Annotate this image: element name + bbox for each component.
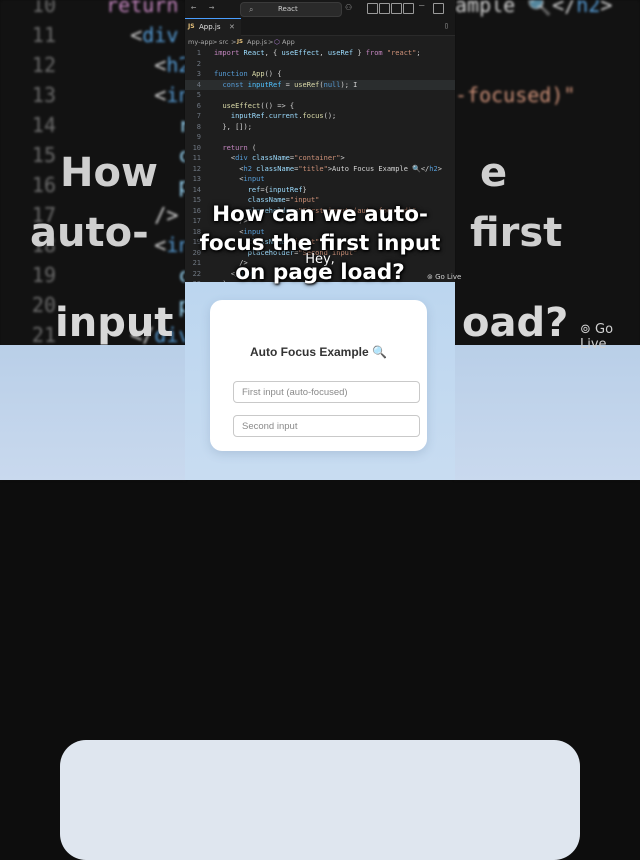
- breadcrumb-item[interactable]: App: [282, 36, 295, 48]
- js-file-icon: JS: [237, 39, 244, 45]
- line-text: import React, { useEffect, useRef } from…: [214, 49, 421, 57]
- line-text: ref={inputRef}: [247, 185, 307, 194]
- code-line[interactable]: 11 <div className="container">: [185, 153, 455, 164]
- line-text: function App() {: [214, 70, 282, 78]
- code-line[interactable]: 12 <h2 className="title">Auto Focus Exam…: [185, 164, 455, 175]
- split-editor-icon[interactable]: ▯: [444, 21, 449, 30]
- toggle-primary-sidebar-icon[interactable]: [367, 3, 378, 14]
- title-bar: ← → ⌕ React ⚇ —: [185, 0, 455, 19]
- code-line[interactable]: 5: [185, 90, 455, 101]
- background-text-auto: auto-: [30, 210, 149, 256]
- page-title: Auto Focus Example 🔍: [210, 345, 427, 359]
- toggle-secondary-sidebar-icon[interactable]: [391, 3, 402, 14]
- breadcrumb-item[interactable]: App.js: [247, 36, 267, 48]
- line-number: 13: [192, 175, 201, 183]
- breadcrumb: my-app > src > JS App.js > ⬡ App: [185, 36, 455, 48]
- line-text: inputRef.current.focus();: [230, 112, 337, 120]
- back-arrow-icon[interactable]: ←: [191, 3, 203, 13]
- close-tab-icon[interactable]: ✕: [229, 19, 235, 35]
- page-title-text: Auto Focus Example: [250, 345, 369, 359]
- breadcrumb-separator: >: [212, 38, 218, 46]
- breadcrumb-separator: >: [231, 38, 237, 46]
- minimize-icon[interactable]: —: [419, 1, 431, 11]
- background-card-blur: [60, 740, 580, 860]
- second-input[interactable]: [233, 415, 420, 437]
- code-line[interactable]: 14 ref={inputRef}: [185, 185, 455, 196]
- breadcrumb-item[interactable]: my-app: [188, 36, 213, 48]
- code-line[interactable]: 4 const inputRef = useRef(null); I: [185, 79, 455, 90]
- code-line[interactable]: 6 useEffect(() => {: [185, 101, 455, 112]
- code-line[interactable]: 10 return (: [185, 143, 455, 154]
- maximize-icon[interactable]: [433, 3, 444, 14]
- js-file-icon: JS: [188, 23, 195, 30]
- line-number: 4: [196, 80, 201, 89]
- line-number: 2: [196, 59, 201, 68]
- editor-tabs: JS App.js ✕ ▯: [185, 18, 455, 36]
- search-icon: ⌕: [249, 5, 254, 14]
- background-text-e: e: [480, 150, 508, 196]
- tab-app-js[interactable]: JS App.js ✕: [185, 18, 241, 36]
- container-card: Auto Focus Example 🔍: [210, 300, 427, 451]
- line-text: }, []);: [214, 122, 252, 131]
- breadcrumb-item[interactable]: src: [219, 36, 229, 48]
- line-text: <div className="container">: [214, 154, 345, 162]
- background-code-right: ample 🔍</h2> -focused)": [455, 0, 613, 107]
- copilot-icon[interactable]: ⚇: [345, 3, 354, 12]
- line-number: 12: [192, 164, 201, 173]
- line-number: 14: [192, 185, 201, 194]
- background-text-input: input: [55, 300, 174, 346]
- line-text: <input: [214, 175, 265, 183]
- code-line[interactable]: 9: [185, 132, 455, 143]
- search-label: React: [278, 5, 298, 13]
- line-number: 8: [196, 122, 201, 131]
- line-number: 6: [196, 101, 201, 110]
- background-text-how: How: [60, 150, 158, 196]
- line-text: <h2 className="title">Auto Focus Example…: [214, 164, 442, 173]
- forward-arrow-icon[interactable]: →: [209, 3, 221, 13]
- line-number: 7: [196, 112, 201, 120]
- background-text-golive: ⊚ Go Live: [580, 322, 614, 352]
- tab-label: App.js: [199, 23, 221, 31]
- line-text: const inputRef = useRef(null); I: [222, 80, 358, 89]
- line-number: 1: [196, 49, 201, 57]
- layout-controls: ⚇ —: [345, 1, 450, 15]
- code-line[interactable]: 13 <input: [185, 174, 455, 185]
- code-line[interactable]: 3 function App() {: [185, 69, 455, 80]
- first-input[interactable]: [233, 381, 420, 403]
- background-text-load: oad?: [462, 300, 569, 346]
- code-line[interactable]: 1 import React, { useEffect, useRef } fro…: [185, 48, 455, 59]
- line-number: 9: [196, 133, 201, 141]
- line-text: useEffect(() => {: [222, 101, 295, 110]
- code-line[interactable]: 8 }, []);: [185, 122, 455, 133]
- customize-layout-icon[interactable]: [403, 3, 414, 14]
- line-number: 11: [192, 154, 201, 162]
- line-number: 5: [196, 91, 201, 99]
- line-text: return (: [222, 143, 257, 152]
- line-number: 10: [192, 143, 201, 152]
- browser-preview: Auto Focus Example 🔍: [185, 282, 455, 480]
- line-number: 3: [196, 70, 201, 78]
- magnifier-icon: 🔍: [372, 345, 387, 359]
- command-center-search[interactable]: ⌕ React: [240, 2, 342, 17]
- function-symbol-icon: ⬡: [274, 38, 280, 46]
- code-line[interactable]: 2: [185, 59, 455, 70]
- code-line[interactable]: 7 inputRef.current.focus();: [185, 111, 455, 122]
- question-caption: How can we auto-focus the first input on…: [199, 202, 441, 285]
- toggle-panel-icon[interactable]: [379, 3, 390, 14]
- background-text-first: first: [470, 210, 563, 256]
- breadcrumb-separator: >: [268, 38, 274, 46]
